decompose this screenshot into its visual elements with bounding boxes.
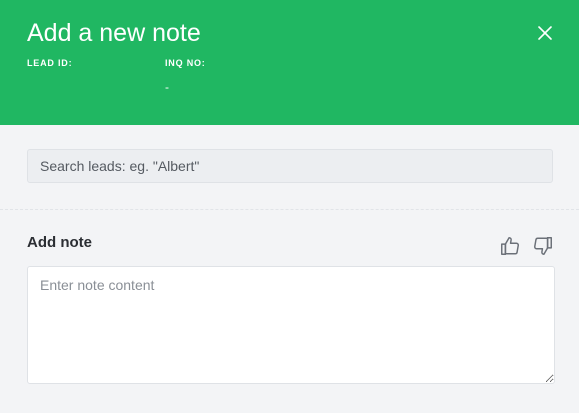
close-icon <box>538 26 552 40</box>
lead-id-label: LEAD ID: <box>27 58 73 68</box>
note-content-textarea[interactable] <box>27 266 555 384</box>
modal-title: Add a new note <box>27 19 201 47</box>
add-note-label: Add note <box>27 234 92 251</box>
search-leads-input[interactable] <box>27 149 553 183</box>
thumbs-down-icon <box>534 237 552 255</box>
thumbs-up-button[interactable] <box>499 235 521 257</box>
inq-no-label: INQ NO: <box>165 58 206 68</box>
close-button[interactable] <box>534 22 556 44</box>
thumbs-down-button[interactable] <box>532 235 554 257</box>
inq-no-value: - <box>165 80 169 94</box>
modal-header: Add a new note LEAD ID: INQ NO: - <box>0 0 579 125</box>
section-divider <box>0 209 579 210</box>
thumbs-up-icon <box>501 237 519 255</box>
